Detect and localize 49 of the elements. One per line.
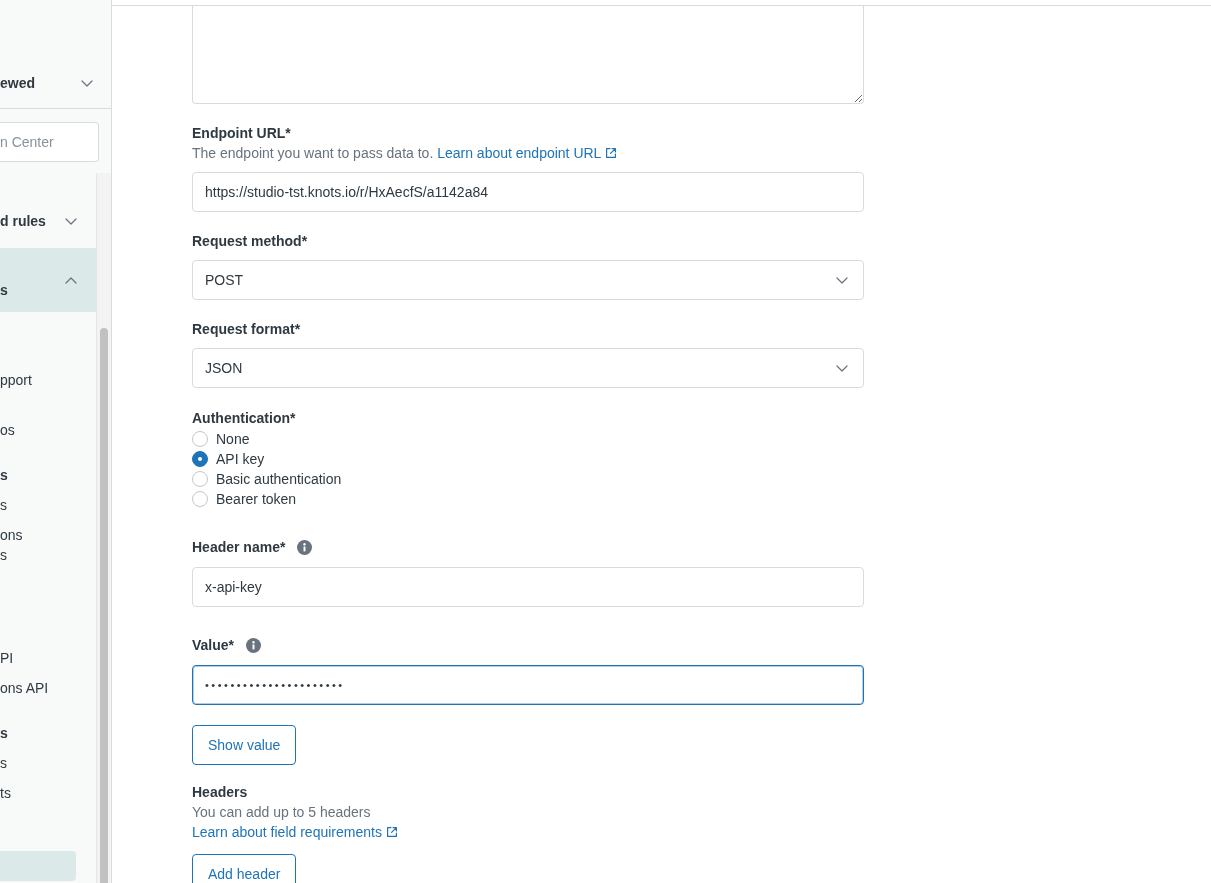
nav-link[interactable] bbox=[0, 851, 76, 881]
nav-link[interactable]: s bbox=[0, 490, 76, 520]
nav-link[interactable]: ons API bbox=[0, 673, 76, 703]
option-label: API key bbox=[216, 450, 265, 469]
radio-button[interactable] bbox=[192, 491, 208, 507]
chevron-down-icon bbox=[836, 364, 848, 372]
textarea-field[interactable] bbox=[192, 6, 864, 104]
option-label: Basic authentication bbox=[216, 470, 342, 489]
nav-link[interactable]: ts bbox=[0, 778, 76, 808]
radio-button[interactable] bbox=[192, 471, 208, 487]
scrollbar-thumb[interactable] bbox=[100, 328, 108, 883]
help-link[interactable]: Learn about field requirements bbox=[192, 824, 398, 840]
nav-group[interactable]: d rules bbox=[0, 200, 96, 242]
chevron-down-icon bbox=[836, 276, 848, 284]
password-field[interactable]: •••••••••••••••••••••• bbox=[192, 665, 864, 705]
help-link[interactable]: Learn about endpoint URL bbox=[437, 145, 618, 161]
field-label: Request format* bbox=[192, 320, 301, 339]
nav-link[interactable]: pport bbox=[0, 365, 76, 395]
text-field[interactable]: https://studio-tst.knots.io/r/HxAecfS/a1142a84 bbox=[192, 172, 864, 212]
nav-link[interactable]: ons s bbox=[0, 520, 76, 570]
nav-group[interactable]: s bbox=[0, 248, 96, 312]
radio-button[interactable] bbox=[192, 451, 208, 467]
field-label: Endpoint URL* bbox=[192, 124, 291, 143]
option-label: Bearer token bbox=[216, 490, 297, 509]
external-link-icon bbox=[605, 147, 618, 159]
field-label: Request method* bbox=[192, 232, 308, 251]
info-icon[interactable] bbox=[246, 637, 262, 653]
search-field[interactable]: n Center bbox=[0, 122, 99, 162]
field-label: Header name* bbox=[192, 538, 286, 557]
dropdown-toggle[interactable]: ewed bbox=[0, 61, 111, 105]
hint-text: The endpoint you want to pass data to. Learn about endpoint URL bbox=[192, 143, 864, 163]
info-icon[interactable] bbox=[297, 539, 313, 555]
hint-text: You can add up to 5 headers bbox=[192, 803, 372, 822]
text-field[interactable]: x-api-key bbox=[192, 567, 864, 607]
nav-link[interactable]: PI bbox=[0, 643, 76, 673]
select-field[interactable]: POST bbox=[192, 260, 864, 300]
nav-heading: s bbox=[0, 724, 8, 743]
field-label: Headers bbox=[192, 783, 248, 802]
outline-button[interactable]: Add header bbox=[192, 854, 297, 883]
external-link-icon bbox=[385, 826, 398, 838]
field-label: Authentication* bbox=[192, 409, 296, 428]
select-field[interactable]: JSON bbox=[192, 348, 864, 388]
option-label: None bbox=[216, 430, 250, 449]
radio-button[interactable] bbox=[192, 431, 208, 447]
field-label: Value* bbox=[192, 636, 235, 655]
outline-button[interactable]: Show value bbox=[192, 725, 297, 765]
nav-heading: s bbox=[0, 466, 8, 485]
nav-link[interactable]: s bbox=[0, 748, 76, 778]
nav-link[interactable]: os bbox=[0, 415, 76, 445]
